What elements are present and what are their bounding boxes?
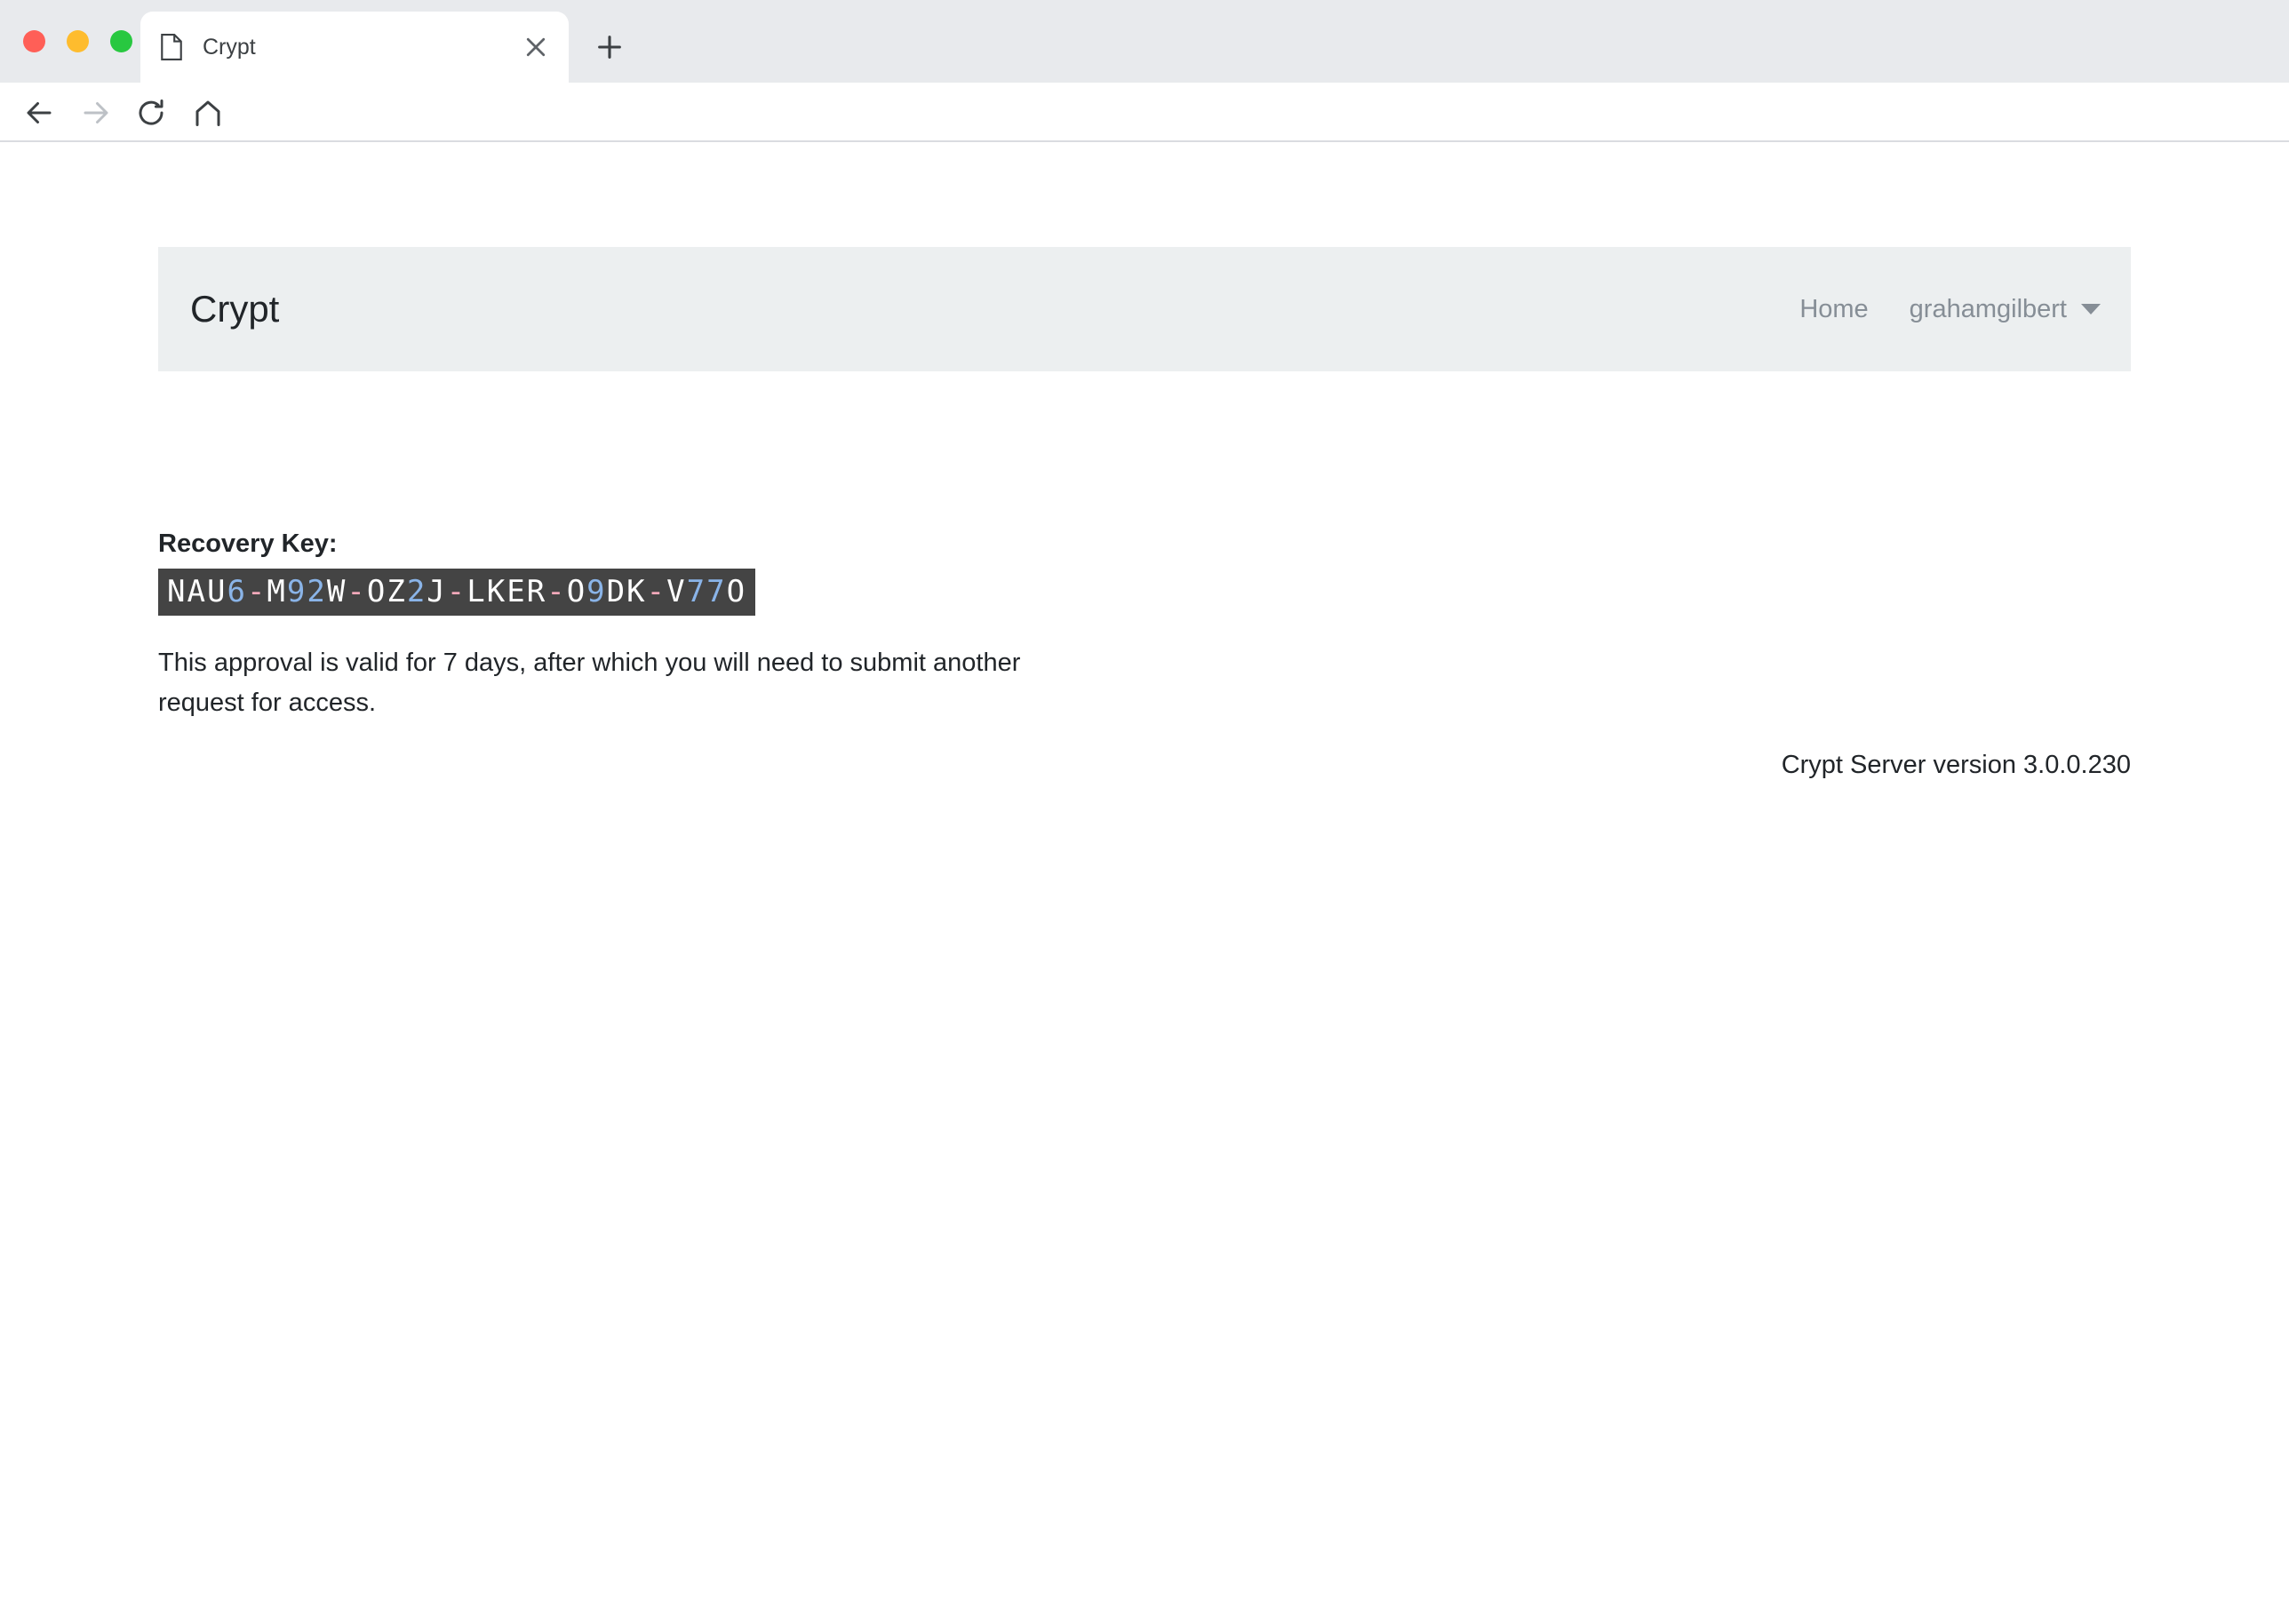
- recovery-key-value: NAU6-M92W-OZ2J-LKER-O9DK-V77O: [158, 569, 756, 616]
- navbar-brand[interactable]: Crypt: [190, 291, 279, 328]
- key-digit: 6: [227, 574, 247, 609]
- key-letter: M: [267, 574, 287, 609]
- key-letter: N: [167, 574, 187, 609]
- window-minimize-button[interactable]: [67, 30, 89, 52]
- arrow-left-icon: [27, 102, 52, 123]
- home-icon: [195, 100, 220, 126]
- footer-version: Crypt Server version 3.0.0.230: [1781, 751, 2131, 779]
- new-tab-button[interactable]: [591, 28, 628, 66]
- nav-user-label: grahamgilbert: [1909, 294, 2067, 323]
- browser-tab[interactable]: Crypt: [140, 12, 569, 83]
- reload-button[interactable]: [133, 95, 169, 131]
- tab-title: Crypt: [203, 34, 256, 60]
- chevron-down-icon: [2081, 304, 2101, 314]
- key-separator: -: [546, 574, 567, 609]
- recovery-key-label: Recovery Key:: [158, 529, 338, 558]
- tab-strip: Crypt: [0, 0, 2289, 83]
- key-letter: D: [606, 574, 627, 609]
- browser-toolbar: localhost/retrieve/23/: [0, 83, 2289, 215]
- key-separator: -: [446, 574, 467, 609]
- key-letter: V: [666, 574, 687, 609]
- key-letter: J: [427, 574, 447, 609]
- arrow-right-icon: [84, 102, 108, 123]
- key-letter: R: [526, 574, 547, 609]
- key-letter: O: [566, 574, 587, 609]
- key-letter: O: [726, 574, 747, 609]
- forward-button[interactable]: [78, 95, 114, 131]
- document-icon: [161, 34, 182, 60]
- key-digit: 2: [307, 574, 327, 609]
- plus-icon: [598, 36, 621, 59]
- key-digit: 2: [406, 574, 427, 609]
- key-digit: 7: [706, 574, 727, 609]
- key-letter: Z: [387, 574, 407, 609]
- nav-link-home[interactable]: Home: [1799, 295, 1868, 324]
- browser-chrome: Crypt: [0, 0, 2289, 215]
- key-letter: E: [506, 574, 527, 609]
- page-content: Crypt Home grahamgilbert Recovery Key: N…: [0, 144, 2289, 1624]
- navbar-links: Home grahamgilbert: [1799, 295, 2101, 324]
- key-digit: 7: [686, 574, 707, 609]
- site-navbar: Crypt Home grahamgilbert: [158, 247, 2131, 371]
- key-letter: O: [366, 574, 387, 609]
- reload-icon: [139, 100, 164, 125]
- home-button[interactable]: [190, 95, 226, 131]
- key-digit: 9: [586, 574, 607, 609]
- key-letter: W: [326, 574, 347, 609]
- window-close-button[interactable]: [23, 30, 45, 52]
- key-separator: -: [347, 574, 367, 609]
- key-digit: 9: [286, 574, 307, 609]
- key-letter: K: [626, 574, 647, 609]
- back-button[interactable]: [21, 95, 57, 131]
- key-letter: U: [206, 574, 227, 609]
- close-icon[interactable]: [522, 34, 549, 60]
- nav-user-dropdown[interactable]: grahamgilbert: [1910, 295, 2101, 324]
- key-letter: A: [187, 574, 207, 609]
- window-maximize-button[interactable]: [110, 30, 132, 52]
- key-letter: L: [467, 574, 487, 609]
- key-separator: -: [646, 574, 667, 609]
- key-separator: -: [246, 574, 267, 609]
- window-controls: [23, 30, 132, 52]
- approval-notice: This approval is valid for 7 days, after…: [158, 649, 1021, 717]
- key-letter: K: [486, 574, 507, 609]
